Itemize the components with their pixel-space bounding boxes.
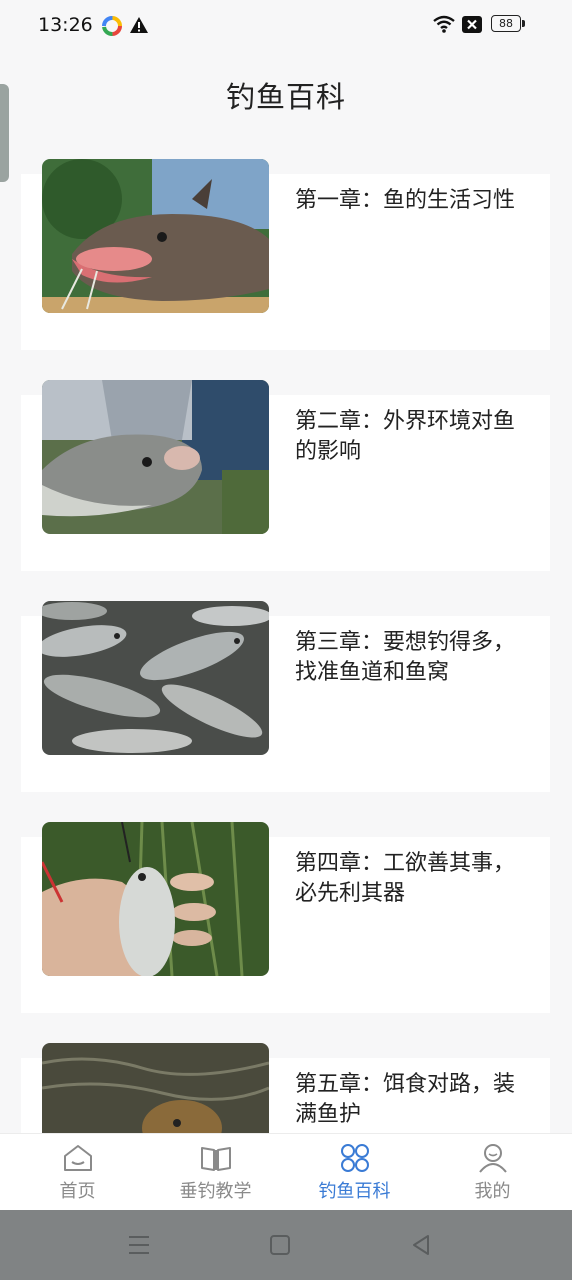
status-time: 13:26: [38, 14, 93, 36]
tab-mine[interactable]: 我的: [421, 1134, 564, 1211]
chapter-list[interactable]: 第一章：鱼的生活习性 第二章：外界环境对鱼的影响 第三章：要想钓得多，找准鱼道和…: [0, 150, 572, 1133]
battery-level: 88: [499, 17, 513, 30]
tab-fishing-encyclopedia[interactable]: 钓鱼百科: [283, 1134, 426, 1211]
tab-label: 钓鱼百科: [318, 1181, 391, 1202]
tab-home[interactable]: 首页: [6, 1134, 149, 1211]
chapter-card[interactable]: 第二章：外界环境对鱼的影响: [0, 371, 572, 571]
tab-label: 垂钓教学: [179, 1181, 252, 1202]
home-icon: [64, 1145, 92, 1171]
warning-icon: [130, 17, 148, 33]
colorful-app-icon: [102, 16, 122, 36]
chapter-title: 第四章：工欲善其事，必先利其器: [295, 851, 516, 906]
book-icon: [201, 1147, 231, 1171]
status-bar: 13:26 88: [0, 0, 572, 52]
bottom-tab-bar: 首页 垂钓教学 钓鱼百科 我的: [0, 1133, 572, 1211]
fish-in-water-photo: [42, 1043, 269, 1133]
page-title: 钓鱼百科: [225, 80, 346, 114]
fish-pile-photo: [42, 601, 269, 755]
system-nav-bar: [0, 1210, 572, 1280]
chapter-card[interactable]: 第三章：要想钓得多，找准鱼道和鱼窝: [0, 592, 572, 792]
chapter-title: 第三章：要想钓得多，找准鱼道和鱼窝: [295, 630, 516, 685]
chapter-card[interactable]: 第四章：工欲善其事，必先利其器: [0, 813, 572, 1013]
crucian-in-hand-photo: [42, 822, 269, 976]
menu-icon[interactable]: [124, 1230, 154, 1260]
sim-x-icon: [462, 16, 482, 33]
chapter-title: 第五章：饵食对路，装满鱼护: [295, 1072, 516, 1127]
bighead-carp-photo: [42, 380, 269, 534]
home-square-icon[interactable]: [265, 1230, 295, 1260]
tab-fishing-lessons[interactable]: 垂钓教学: [144, 1134, 287, 1211]
chapter-title: 第二章：外界环境对鱼的影响: [295, 409, 516, 464]
chapter-title: 第一章：鱼的生活习性: [295, 188, 516, 213]
wifi-icon: [433, 15, 455, 33]
back-icon[interactable]: [406, 1230, 436, 1260]
user-icon: [479, 1144, 507, 1173]
chapter-card[interactable]: 第五章：饵食对路，装满鱼护: [0, 1034, 572, 1133]
chapter-card[interactable]: 第一章：鱼的生活习性: [0, 150, 572, 350]
grid-icon: [341, 1144, 369, 1172]
tab-label: 首页: [59, 1181, 96, 1202]
catfish-photo: [42, 159, 269, 313]
battery-icon: 88: [491, 15, 527, 34]
tab-label: 我的: [474, 1181, 511, 1202]
